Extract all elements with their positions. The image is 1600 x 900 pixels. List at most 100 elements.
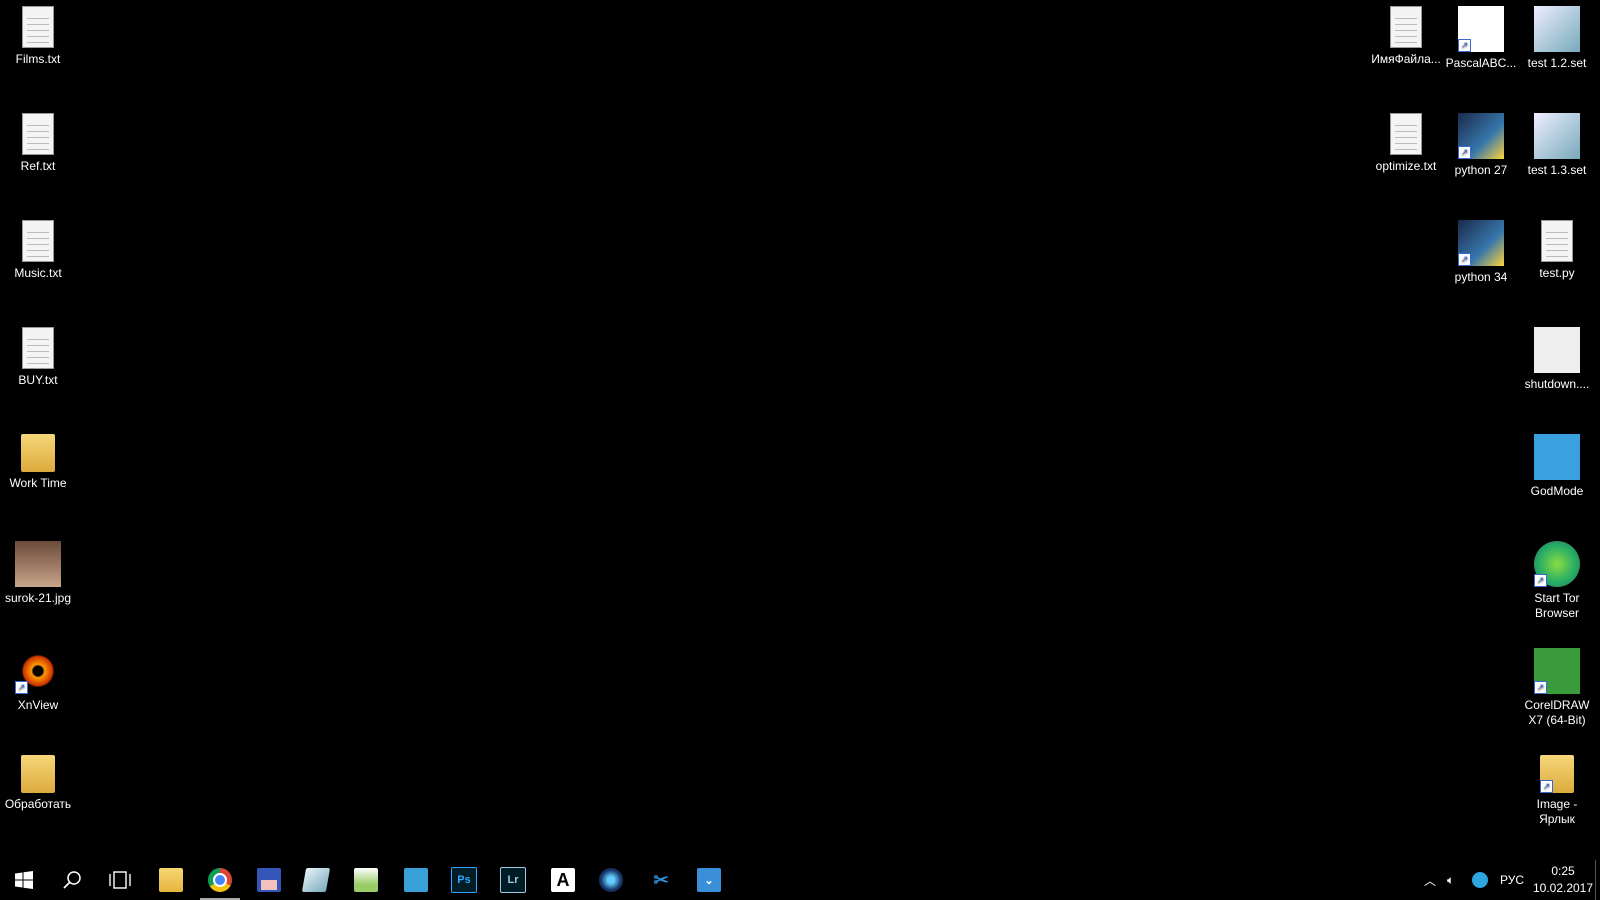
desktop-icon-label: python 34 [1454, 270, 1508, 284]
taskbar-lightroom[interactable]: Lr [493, 864, 533, 896]
taskbar: Ps Lr A ✂ ⌄ ︿ 🔈︎ РУС 0:25 10.02.2017 [0, 860, 1600, 900]
text-file-icon [22, 220, 54, 262]
scissors-icon: ✂ [653, 869, 669, 890]
xnview-icon: ↗ [15, 648, 61, 694]
desktop-icon[interactable]: ↗ python 34 [1443, 214, 1519, 285]
desktop-icon[interactable]: BUY.txt [0, 321, 76, 388]
desktop-icon[interactable]: Обработать [0, 749, 76, 812]
desktop-icon-label: shutdown.... [1524, 377, 1590, 391]
desktop-icon[interactable]: ИмяФайла... [1368, 0, 1444, 67]
desktop-icon[interactable]: surok-21.jpg [0, 535, 76, 606]
desktop-icon[interactable]: ↗ Start Tor Browser [1519, 535, 1595, 621]
python-file-icon [1541, 220, 1573, 262]
speaker-icon: 🔈︎ [1447, 872, 1455, 887]
shortcut-arrow-icon: ↗ [1458, 253, 1471, 266]
desktop-icon[interactable]: test 1.2.set [1519, 0, 1595, 71]
clock-date: 10.02.2017 [1532, 881, 1594, 895]
font-icon: A [551, 868, 575, 892]
control-panel-icon [1534, 434, 1580, 480]
volume-button[interactable]: 🔈︎ [1447, 860, 1454, 900]
camera-icon [599, 868, 623, 892]
shortcut-arrow-icon: ↗ [15, 681, 28, 694]
set-file-icon [1534, 6, 1580, 52]
desktop-icon[interactable]: GodMode [1519, 428, 1595, 499]
photoshop-icon: Ps [451, 867, 477, 893]
show-desktop-button[interactable] [1595, 860, 1596, 900]
show-hidden-icons[interactable]: ︿ [1424, 860, 1436, 900]
telegram-icon [1472, 872, 1488, 888]
notepad-icon [301, 868, 331, 892]
desktop-icon-label: test.py [1539, 266, 1575, 280]
task-view-icon [109, 871, 131, 889]
clock-time: 0:25 [1551, 864, 1575, 878]
text-file-icon [22, 327, 54, 369]
pascalabc-icon: ↗ [1458, 6, 1504, 52]
desktop-icon-label: Work Time [9, 476, 67, 490]
desktop-icon[interactable]: ↗ CorelDRAW X7 (64-Bit) [1519, 642, 1595, 728]
desktop-icon[interactable]: ↗ python 27 [1443, 107, 1519, 178]
desktop-icon-label: Music.txt [14, 266, 62, 280]
taskbar-notepad-plus[interactable] [346, 864, 386, 896]
desktop-icon[interactable]: test.py [1519, 214, 1595, 281]
desktop-icon[interactable]: optimize.txt [1368, 107, 1444, 174]
language-label: РУС [1500, 873, 1525, 887]
folder-icon [21, 755, 55, 793]
taskbar-notepad[interactable] [296, 864, 336, 896]
desktop-icon-label: ИмяФайла... [1371, 52, 1441, 66]
language-indicator[interactable]: РУС [1500, 860, 1524, 900]
set-file-icon [1534, 113, 1580, 159]
desktop-icon[interactable]: Work Time [0, 428, 76, 491]
taskbar-pocket[interactable]: ⌄ [689, 864, 729, 896]
desktop-icon[interactable]: Ref.txt [0, 107, 76, 174]
text-file-icon [1390, 113, 1422, 155]
task-view-button[interactable] [100, 864, 140, 896]
clock[interactable]: 0:25 10.02.2017 [1532, 860, 1594, 900]
desktop-icon[interactable]: ↗ XnView [0, 642, 76, 713]
taskbar-file-explorer[interactable] [151, 864, 191, 896]
shortcut-arrow-icon: ↗ [1534, 681, 1547, 694]
text-file-icon [22, 6, 54, 48]
taskbar-chrome[interactable] [200, 864, 240, 900]
taskbar-snipping-tool[interactable]: ✂ [641, 864, 681, 896]
windows-icon [15, 871, 33, 889]
search-button[interactable] [52, 864, 92, 896]
search-icon [63, 871, 81, 889]
settings-file-icon [1534, 327, 1580, 373]
desktop-icon-label: Image - Ярлык [1536, 797, 1578, 826]
folder-shortcut-icon: ↗ [1540, 755, 1574, 793]
taskbar-camera-app[interactable] [591, 864, 631, 896]
coreldraw-icon: ↗ [1534, 648, 1580, 694]
desktop-icon-label: Обработать [4, 797, 72, 811]
desktop-icon-label: PascalABC... [1445, 56, 1517, 70]
desktop-icon[interactable]: test 1.3.set [1519, 107, 1595, 178]
telegram-tray[interactable] [1472, 860, 1488, 900]
desktop-icon-label: Start Tor Browser [1534, 591, 1580, 620]
desktop: Films.txt Ref.txt Music.txt BUY.txt Work Tim… [0, 0, 1600, 860]
chevron-up-icon: ︿ [1424, 873, 1437, 888]
desktop-icon[interactable]: shutdown.... [1519, 321, 1595, 392]
taskbar-photoshop[interactable]: Ps [444, 864, 484, 896]
lightroom-icon: Lr [500, 867, 526, 893]
desktop-icon-label: BUY.txt [18, 373, 58, 387]
taskbar-font-app[interactable]: A [543, 864, 583, 896]
desktop-icon-label: Ref.txt [20, 159, 56, 173]
python-icon: ↗ [1458, 220, 1504, 266]
notepad-plus-icon [354, 868, 378, 892]
text-file-icon [22, 113, 54, 155]
desktop-icon[interactable]: ↗ Image - Ярлык [1519, 749, 1595, 827]
desktop-icon[interactable]: Music.txt [0, 214, 76, 281]
shortcut-arrow-icon: ↗ [1540, 780, 1553, 793]
taskbar-text-ru[interactable] [396, 864, 436, 896]
desktop-icon-label: GodMode [1530, 484, 1584, 498]
start-button[interactable] [4, 864, 44, 896]
python-icon: ↗ [1458, 113, 1504, 159]
taskbar-save-app[interactable] [249, 864, 289, 896]
pocket-icon: ⌄ [697, 868, 721, 892]
script-file-icon [1390, 6, 1422, 48]
folder-icon [159, 868, 183, 892]
desktop-icon[interactable]: Films.txt [0, 0, 76, 67]
text-ru-icon [404, 868, 428, 892]
chrome-icon [208, 868, 232, 892]
desktop-icon[interactable]: ↗ PascalABC... [1443, 0, 1519, 71]
folder-icon [21, 434, 55, 472]
